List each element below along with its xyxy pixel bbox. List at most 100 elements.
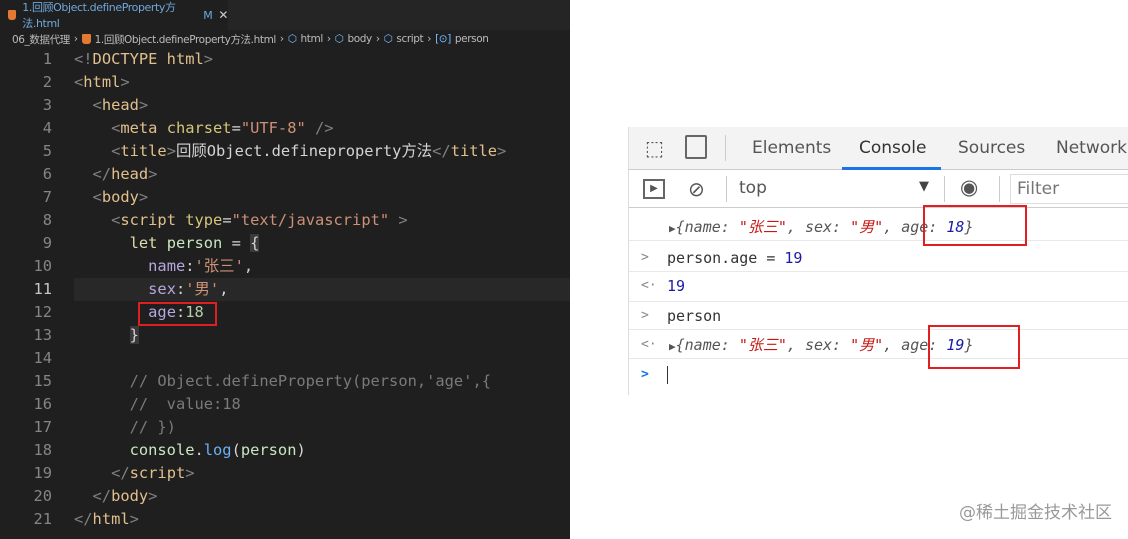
code-token: :: [185, 257, 195, 275]
code-token: ): [296, 441, 306, 459]
code-line[interactable]: 15 // Object.defineProperty(person,'age',…: [0, 370, 570, 393]
code-token: '男': [185, 280, 220, 298]
line-number: 3: [42, 96, 52, 114]
tab-console[interactable]: Console: [859, 138, 927, 158]
close-icon[interactable]: ✕: [218, 8, 228, 22]
highlight-box: [928, 325, 1020, 369]
result-arrow-icon: <·: [641, 337, 657, 352]
code-token: (: [231, 441, 241, 459]
code-line[interactable]: 1 <!DOCTYPE html>: [0, 48, 570, 71]
code-token: >: [185, 464, 195, 482]
prompt-chevron-icon: >: [641, 367, 649, 382]
filter-input[interactable]: [1010, 174, 1128, 204]
chevron-down-icon[interactable]: ▼: [919, 179, 929, 194]
breadcrumb-item[interactable]: person: [455, 33, 489, 45]
tab-network[interactable]: Network: [1056, 138, 1127, 158]
line-number: 18: [33, 441, 52, 459]
code-token: =: [222, 234, 251, 252]
input-value: 19: [784, 249, 803, 267]
code-token: <: [92, 188, 102, 206]
breadcrumb-item[interactable]: html: [301, 33, 324, 45]
breadcrumb-item[interactable]: 06_数据代理: [12, 32, 70, 47]
console-toolbar: ▶ ⊘ top ▼ ◉: [629, 170, 1128, 208]
code-token: </: [111, 464, 130, 482]
code-token: // }): [129, 418, 176, 436]
code-token: html: [92, 510, 130, 528]
code-token: >: [166, 142, 176, 160]
code-token: // value:18: [129, 395, 241, 413]
modified-badge: M: [203, 8, 213, 22]
breadcrumb: 06_数据代理 › 1.回顾Object.defineProperty方法.html…: [0, 30, 570, 48]
object-preview-part: "张三": [738, 218, 787, 236]
code-text: <!DOCTYPE html>: [74, 48, 213, 71]
inspect-element-icon[interactable]: ⬚: [645, 136, 664, 160]
code-line[interactable]: 6 </head>: [0, 163, 570, 186]
console-result-entry[interactable]: <· ▶{name: "张三", sex: "男", age: 19}: [629, 331, 1128, 359]
code-area[interactable]: 1 <!DOCTYPE html> 2 <html> 3 <head> 4 <meta cha…: [0, 48, 570, 531]
input-prompt-icon: >: [641, 308, 649, 323]
code-token: sex: [148, 280, 176, 298]
code-token: <: [111, 211, 121, 229]
code-text: sex:'男',: [148, 278, 228, 301]
code-line[interactable]: 2 <html>: [0, 71, 570, 94]
code-token: .: [194, 441, 204, 459]
code-line[interactable]: 9 let person = {: [0, 232, 570, 255]
code-token: >: [138, 96, 149, 114]
code-token: >: [148, 487, 158, 505]
clear-console-icon[interactable]: ⊘: [688, 177, 705, 201]
console-prompt[interactable]: >: [629, 361, 1128, 389]
eye-icon[interactable]: ◉: [960, 175, 978, 199]
code-token: >: [389, 211, 408, 229]
expand-triangle-icon[interactable]: ▶: [669, 222, 676, 235]
code-line[interactable]: 10 name:'张三',: [0, 255, 570, 278]
code-line[interactable]: 8 <script type="text/javascript" >: [0, 209, 570, 232]
console-log-entry[interactable]: ▶{name: "张三", sex: "男", age: 18}: [629, 213, 1128, 241]
breadcrumb-item[interactable]: body: [347, 33, 372, 45]
code-line[interactable]: 18 console.log(person): [0, 439, 570, 462]
code-text: // }): [130, 416, 176, 439]
code-line[interactable]: 3 <head>: [0, 94, 570, 117]
code-line[interactable]: 4 <meta charset="UTF-8" />: [0, 117, 570, 140]
divider: [944, 176, 945, 202]
breadcrumb-item[interactable]: script: [396, 33, 423, 45]
code-token: </: [92, 165, 112, 183]
code-line[interactable]: 19 </script>: [0, 462, 570, 485]
code-line[interactable]: 5 <title>回顾Object.defineproperty方法</title…: [0, 140, 570, 163]
sidebar-toggle-icon[interactable]: ▶: [643, 179, 665, 199]
code-line[interactable]: 11 sex:'男',: [0, 278, 570, 301]
element-icon: ⬡: [383, 33, 393, 45]
code-token: =: [222, 211, 232, 229]
code-line[interactable]: 7 <body>: [0, 186, 570, 209]
code-text: console.log(person): [130, 439, 306, 462]
code-line[interactable]: 16 // value:18: [0, 393, 570, 416]
code-token: person: [166, 234, 223, 252]
code-text: name:'张三',: [148, 255, 253, 278]
code-token: "text/javascript": [231, 211, 390, 229]
breadcrumb-item[interactable]: 1.回顾Object.defineProperty方法.html: [95, 32, 277, 47]
chevron-right-icon: ›: [279, 33, 284, 45]
tab-sources[interactable]: Sources: [958, 138, 1025, 158]
context-selector[interactable]: top: [739, 178, 767, 198]
code-text: <script type="text/javascript" >: [111, 209, 408, 232]
code-token: >: [138, 188, 149, 206]
line-number: 6: [42, 165, 52, 183]
code-line[interactable]: 17 // }): [0, 416, 570, 439]
device-toolbar-icon[interactable]: [685, 135, 707, 159]
line-number: 15: [33, 372, 52, 390]
code-text: <meta charset="UTF-8" />: [111, 117, 333, 140]
element-icon: ⬡: [287, 33, 297, 45]
line-number: 1: [42, 50, 52, 68]
devtools-panel: ⬚ Elements Console Sources Network ▶ ⊘ t…: [628, 127, 1128, 395]
object-preview-part: "男": [850, 336, 884, 354]
tab-elements[interactable]: Elements: [752, 138, 831, 158]
editor-tab[interactable]: 1.回顾Object.defineProperty方法.html M ✕: [0, 0, 228, 30]
expand-triangle-icon[interactable]: ▶: [669, 340, 676, 353]
code-line[interactable]: 21 </html>: [0, 508, 570, 531]
line-number: 12: [33, 303, 52, 321]
code-line[interactable]: 20 </body>: [0, 485, 570, 508]
code-line[interactable]: 13}: [0, 324, 570, 347]
code-line[interactable]: 12 age:18: [0, 301, 570, 324]
code-line[interactable]: 14: [0, 347, 570, 370]
console-input-entry: > person.age = 19: [629, 244, 1128, 272]
line-number: 16: [33, 395, 52, 413]
